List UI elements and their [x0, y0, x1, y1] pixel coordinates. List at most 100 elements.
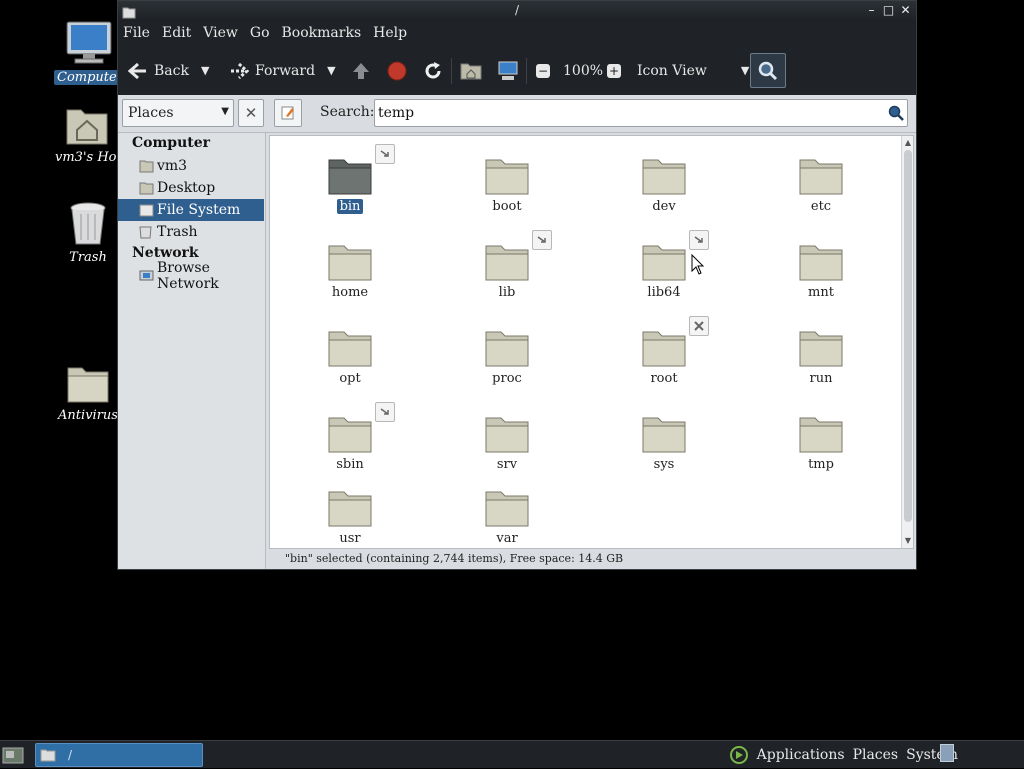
file-item-proc[interactable]: proc: [447, 328, 567, 386]
places-dropdown[interactable]: Places ▼: [122, 99, 234, 127]
search-input[interactable]: [374, 99, 908, 127]
home-folder-icon: [66, 109, 108, 145]
file-item-boot[interactable]: boot: [447, 156, 567, 214]
applications-menu[interactable]: Applications: [757, 747, 845, 763]
desktop-icon-antivirus[interactable]: Antivirus: [51, 362, 125, 427]
stop-button[interactable]: [387, 46, 407, 95]
icon-view[interactable]: ▲ ▼ bin boot dev etc home lib lib64 mnt …: [269, 135, 914, 549]
trash-icon: [139, 225, 154, 240]
scroll-up-arrow[interactable]: ▲: [903, 138, 913, 148]
desktop-icon-computer[interactable]: Computer: [52, 20, 126, 89]
home-folder-icon: [139, 159, 154, 174]
menu-bar: File Edit View Go Bookmarks Help: [118, 22, 916, 46]
file-item-sys[interactable]: sys: [604, 414, 724, 472]
chevron-down-icon: ▼: [740, 64, 750, 77]
sidebar-item-browse-network[interactable]: Browse Network: [118, 260, 264, 292]
sidebar-heading-computer: Computer: [132, 135, 211, 151]
file-item-tmp[interactable]: tmp: [761, 414, 881, 472]
maximize-button[interactable]: □: [882, 4, 895, 17]
menu-help[interactable]: Help: [373, 22, 413, 46]
file-item-root[interactable]: root: [604, 316, 724, 386]
folder-icon: [290, 242, 410, 284]
bottom-panel: / Applications Places System: [0, 740, 1024, 768]
chevron-down-icon[interactable]: ▼: [201, 64, 209, 77]
file-item-label: proc: [492, 371, 522, 386]
scroll-down-arrow[interactable]: ▼: [903, 536, 913, 546]
places-menu[interactable]: Places: [853, 747, 899, 763]
file-item-label: boot: [492, 199, 522, 214]
up-arrow-icon: [353, 62, 369, 79]
title-bar[interactable]: / – □ ✕: [118, 1, 916, 22]
file-item-sbin[interactable]: sbin: [290, 402, 410, 472]
scroll-thumb[interactable]: [904, 150, 912, 522]
search-icon[interactable]: [888, 105, 904, 125]
view-mode-select[interactable]: Icon View ▼: [637, 46, 749, 95]
file-item-label: lib64: [647, 285, 681, 300]
file-item-label: etc: [810, 199, 832, 214]
file-item-opt[interactable]: opt: [290, 328, 410, 386]
edit-icon: [281, 106, 294, 120]
sidebar-item-desktop[interactable]: Desktop: [118, 177, 264, 199]
file-item-lib[interactable]: lib: [447, 230, 567, 300]
file-manager-window: / – □ ✕ File Edit View Go Bookmarks Help…: [117, 0, 917, 570]
menu-file[interactable]: File: [123, 22, 156, 46]
desktop-icon-label: Antivirus: [58, 408, 118, 423]
menu-view[interactable]: View: [203, 22, 244, 46]
home-button[interactable]: [460, 46, 482, 95]
panel-launcher-icon[interactable]: [940, 744, 954, 762]
sidebar-item-file-system[interactable]: File System: [118, 199, 264, 221]
minimize-button[interactable]: –: [865, 4, 878, 17]
file-item-dev[interactable]: dev: [604, 156, 724, 214]
close-sidebar-button[interactable]: ✕: [238, 99, 264, 127]
file-item-bin[interactable]: bin: [290, 144, 410, 214]
file-item-label: var: [496, 531, 518, 546]
file-item-home[interactable]: home: [290, 242, 410, 300]
search-toggle-button[interactable]: [750, 53, 786, 88]
file-item-label: srv: [496, 457, 518, 472]
menu-go[interactable]: Go: [250, 22, 276, 46]
vertical-scrollbar[interactable]: ▲ ▼: [901, 136, 913, 548]
up-button[interactable]: [351, 46, 371, 95]
file-item-label: home: [331, 285, 369, 300]
menu-edit[interactable]: Edit: [162, 22, 197, 46]
edit-location-button[interactable]: [274, 99, 302, 127]
desktop-icon-trash[interactable]: Trash: [51, 200, 125, 269]
menu-bookmarks[interactable]: Bookmarks: [282, 22, 368, 46]
reload-button[interactable]: [423, 46, 443, 95]
symlink-icon: [375, 402, 395, 422]
file-item-lib64[interactable]: lib64: [604, 230, 724, 300]
symlink-icon: [375, 144, 395, 164]
folder-icon: [761, 156, 881, 198]
file-item-label: sbin: [336, 457, 364, 472]
zoom-in-icon: +: [607, 63, 621, 78]
chevron-down-icon: ▼: [221, 106, 229, 117]
file-item-usr[interactable]: usr: [290, 488, 410, 546]
file-item-etc[interactable]: etc: [761, 156, 881, 214]
file-item-srv[interactable]: srv: [447, 414, 567, 472]
sidebar-item-vm3[interactable]: vm3: [118, 155, 264, 177]
back-button[interactable]: Back ▼: [128, 46, 209, 95]
zoom-in-button[interactable]: +: [607, 46, 621, 95]
symlink-icon: [689, 230, 709, 250]
computer-button[interactable]: [497, 46, 519, 95]
zoom-out-icon: −: [536, 63, 550, 78]
zoom-out-button[interactable]: −: [536, 46, 550, 95]
file-item-run[interactable]: run: [761, 328, 881, 386]
folder-icon: [290, 328, 410, 370]
close-button[interactable]: ✕: [899, 4, 912, 17]
taskbar-window-button[interactable]: /: [35, 743, 203, 767]
file-item-mnt[interactable]: mnt: [761, 242, 881, 300]
forward-button[interactable]: Forward ▼: [229, 46, 336, 95]
symlink-icon: [532, 230, 552, 250]
desktop-icon-home[interactable]: vm3's Home: [50, 102, 124, 169]
folder-icon: [447, 328, 567, 370]
desktop-icon-label: Computer: [54, 70, 124, 85]
computer-icon: [66, 21, 112, 64]
file-item-var[interactable]: var: [447, 488, 567, 546]
folder-icon: [40, 749, 56, 762]
folder-icon: [761, 414, 881, 456]
sidebar-item-trash[interactable]: Trash: [118, 221, 264, 243]
show-desktop-button[interactable]: [2, 745, 24, 769]
chevron-down-icon[interactable]: ▼: [327, 64, 335, 77]
network-icon: [139, 269, 154, 284]
